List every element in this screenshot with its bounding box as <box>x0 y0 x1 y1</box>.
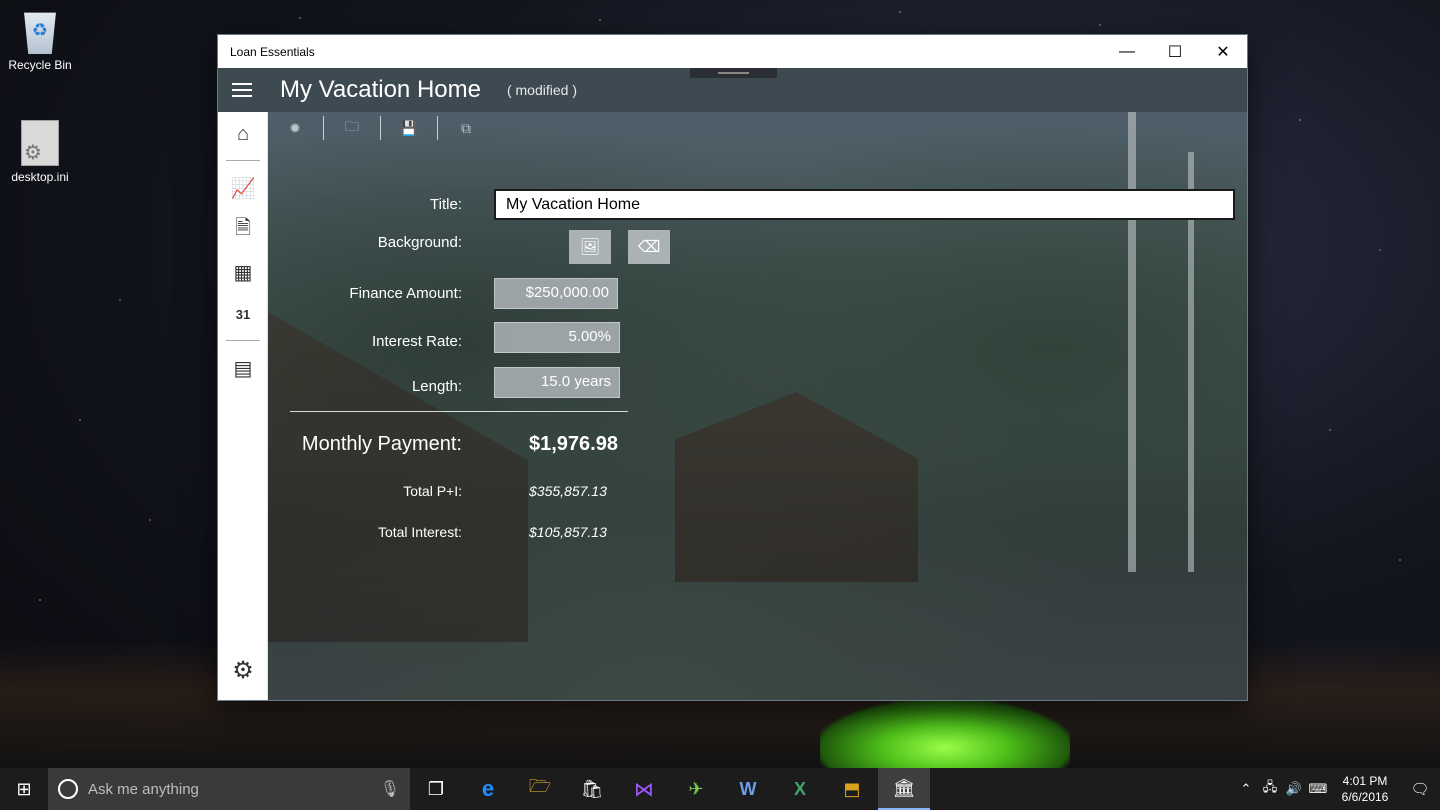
calendar-date-icon[interactable]: 31 <box>218 296 268 332</box>
desktop-icon-label: desktop.ini <box>11 170 69 184</box>
task-view-icon[interactable]: ❐ <box>410 768 462 810</box>
bird-app-icon[interactable]: ✈ <box>670 768 722 810</box>
total-interest-label: Total Interest: <box>377 524 462 540</box>
chart-icon[interactable]: 📈 <box>218 170 268 206</box>
clock-date: 6/6/2016 <box>1341 790 1389 804</box>
background-cabin <box>675 392 918 582</box>
title-bar[interactable]: Loan Essentials — ☐ ✕ <box>218 35 1247 68</box>
calendar-icon[interactable]: ▦ <box>218 254 268 290</box>
copy-icon[interactable]: ⧉ <box>449 114 483 142</box>
calculator-icon[interactable]: ▤ <box>218 350 268 386</box>
folder-icon[interactable]: 🗁 <box>514 768 566 810</box>
length-field[interactable]: 15.0 years <box>494 367 620 398</box>
total-pi-value: $355,857.13 <box>529 483 607 499</box>
save-icon[interactable]: 💾 <box>392 114 426 142</box>
app-window: Loan Essentials — ☐ ✕ My Vacation Home (… <box>217 34 1248 701</box>
background-tree <box>1128 112 1136 572</box>
cortana-search-box[interactable]: Ask me anything 🎙 <box>48 768 410 810</box>
toolbar-divider <box>380 116 381 140</box>
monthly-payment-value: $1,976.98 <box>529 433 618 455</box>
title-input[interactable] <box>494 189 1235 220</box>
finance-amount-label: Finance Amount: <box>349 285 462 302</box>
desktop-icon-desktop-ini[interactable]: desktop.ini <box>2 120 78 184</box>
eraser-icon[interactable]: ⌫ <box>628 230 670 264</box>
app-header: My Vacation Home ( modified ) <box>218 68 1247 112</box>
action-center-icon[interactable]: 🗨 <box>1400 780 1440 798</box>
chevron-up-icon[interactable]: ⌃ <box>1234 781 1258 797</box>
window-controls: — ☐ ✕ <box>1103 35 1247 68</box>
results-divider <box>290 411 628 412</box>
total-interest-value: $105,857.13 <box>529 524 607 540</box>
edge-icon[interactable]: e <box>462 768 514 810</box>
window-title: Loan Essentials <box>230 44 315 59</box>
home-icon[interactable]: ⌂ <box>218 116 268 152</box>
gear-icon[interactable]: ⚙ <box>218 652 268 688</box>
desktop-icon-recycle-bin[interactable]: Recycle Bin <box>2 8 78 72</box>
nav-divider <box>226 160 260 161</box>
network-icon[interactable]: 🖧 <box>1258 778 1282 800</box>
glowing-tent <box>820 700 1070 768</box>
word-icon[interactable]: W <box>722 768 774 810</box>
bank-icon[interactable]: 🏛 <box>878 768 930 810</box>
file-toolbar: ✹ 🗀 💾 ⧉ <box>278 112 483 144</box>
system-tray: ⌃ 🖧 🔊 ⌨ 4:01 PM 6/6/2016 🗨 <box>1234 768 1440 810</box>
interest-rate-field[interactable]: 5.00% <box>494 322 620 353</box>
desktop-icon-label: Recycle Bin <box>8 58 72 72</box>
search-placeholder: Ask me anything <box>88 780 199 798</box>
keyboard-icon[interactable]: ⌨ <box>1306 781 1330 797</box>
microphone-icon[interactable]: 🎙 <box>380 779 400 799</box>
close-button[interactable]: ✕ <box>1199 35 1247 68</box>
volume-icon[interactable]: 🔊 <box>1282 781 1306 797</box>
taskbar: ⊞ Ask me anything 🎙 ❐ e 🗁 🛍 ⋈ ✈ W X ⬒ 🏛 … <box>0 768 1440 810</box>
loan-content-panel: ✹ 🗀 💾 ⧉ Title: Background: 🖼 ⌫ Finance A… <box>268 112 1247 700</box>
drag-handle[interactable] <box>690 68 777 78</box>
visual-studio-icon[interactable]: ⋈ <box>618 768 670 810</box>
modified-status: ( modified ) <box>506 82 577 98</box>
yellow-app-icon[interactable]: ⬒ <box>826 768 878 810</box>
hamburger-menu-icon[interactable] <box>218 68 266 112</box>
total-pi-label: Total P+I: <box>403 483 462 499</box>
main-body: ⌂ 📈 🗎 ▦ 31 ▤ ⚙ ✹ 🗀 💾 ⧉ Title: My Vacatio… <box>218 112 1247 700</box>
clock-time: 4:01 PM <box>1342 774 1388 788</box>
monthly-payment-label: Monthly Payment: <box>301 433 462 455</box>
new-icon[interactable]: ✹ <box>278 114 312 142</box>
title-label: Title: <box>430 196 462 213</box>
report-search-icon[interactable]: 🗎 <box>218 212 268 248</box>
document-title: My Vacation Home <box>280 76 481 103</box>
background-label: Background: <box>377 234 462 251</box>
image-icon[interactable]: 🖼 <box>569 230 611 264</box>
interest-rate-label: Interest Rate: <box>371 333 462 350</box>
finance-amount-field[interactable]: $250,000.00 <box>494 278 618 309</box>
background-cabin-left <box>268 312 528 642</box>
windows-start-icon[interactable]: ⊞ <box>0 768 48 810</box>
excel-icon[interactable]: X <box>774 768 826 810</box>
minimize-button[interactable]: — <box>1103 35 1151 68</box>
store-icon[interactable]: 🛍 <box>566 768 618 810</box>
maximize-button[interactable]: ☐ <box>1151 35 1199 68</box>
taskbar-clock[interactable]: 4:01 PM 6/6/2016 <box>1330 773 1400 805</box>
navigation-rail: ⌂ 📈 🗎 ▦ 31 ▤ ⚙ <box>218 112 268 700</box>
toolbar-divider <box>323 116 324 140</box>
recycle-bin-icon <box>24 12 56 54</box>
toolbar-divider <box>437 116 438 140</box>
settings-file-icon <box>21 120 59 166</box>
nav-divider <box>226 340 260 341</box>
folder-open-icon[interactable]: 🗀 <box>335 114 369 142</box>
cortana-icon <box>58 779 78 799</box>
length-label: Length: <box>411 378 462 395</box>
